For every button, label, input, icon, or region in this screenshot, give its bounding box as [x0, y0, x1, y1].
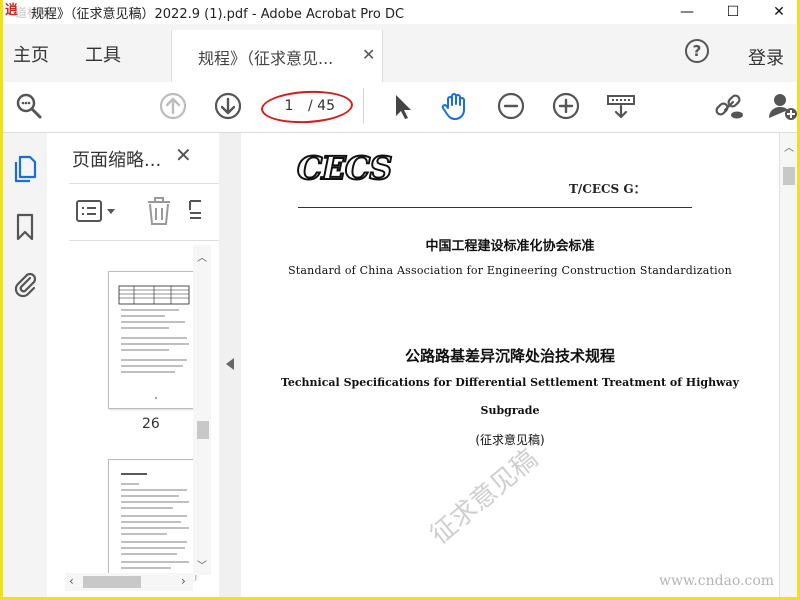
panel-collapse-strip[interactable]	[219, 133, 242, 597]
navigation-rail	[3, 133, 48, 597]
tools-tab[interactable]: 工具	[85, 41, 121, 67]
red-ellipse-annotation	[260, 88, 354, 126]
zoom-in-icon[interactable]	[550, 90, 582, 122]
standard-code: T/CECS G：	[569, 182, 646, 196]
help-icon[interactable]: ?	[685, 39, 709, 63]
search-icon[interactable]	[13, 90, 45, 122]
acrobat-window: 逍 道标网 规程》（征求意见稿）2022.9 (1).pdf - Adobe A…	[3, 0, 797, 597]
scroll-down-icon[interactable]: ﹀	[197, 557, 207, 572]
collapse-arrow-icon[interactable]	[226, 358, 234, 370]
window-title: 规程》（征求意见稿）2022.9 (1).pdf - Adobe Acrobat…	[31, 7, 405, 22]
association-title-en: Standard of China Association for Engine…	[288, 264, 732, 277]
add-user-icon[interactable]	[767, 90, 797, 122]
draft-watermark: 征求意见稿	[424, 444, 544, 551]
toolbar: 1 / 45	[3, 82, 797, 133]
panel-title: 页面缩略...	[72, 150, 162, 171]
page-thumbnail-27[interactable]	[108, 459, 196, 580]
more-tools-icon[interactable]	[187, 198, 203, 226]
page-thumbnail-26[interactable]	[108, 271, 196, 409]
zoom-out-icon[interactable]	[495, 90, 527, 122]
document-scroll-thumb[interactable]	[783, 167, 795, 185]
spec-title-cn: 公路路基差异沉降处治技术规程	[404, 347, 615, 365]
delete-icon[interactable]	[145, 196, 173, 226]
document-tab[interactable]: 规程》（征求意见... ✕	[171, 30, 383, 82]
thumbnail-horizontal-scrollbar[interactable]: ‹ ›	[65, 573, 193, 591]
toolbar-divider	[363, 88, 364, 124]
page-thumbnails-icon[interactable]	[12, 153, 38, 183]
thumbnail-options-icon[interactable]	[75, 198, 121, 226]
maximize-button[interactable]: ☐	[723, 2, 743, 22]
cecs-logo: CECS	[296, 148, 393, 188]
pdf-page: CECS T/CECS G： 中国工程建设标准化协会标准 Standard of…	[241, 133, 779, 597]
thumbnail-panel: 页面缩略... ✕ 26 ︿ ﹀ ‹ ›	[47, 133, 220, 597]
spec-title-en-line1: Technical Specifications for Differentia…	[280, 376, 740, 389]
scroll-mode-icon[interactable]	[605, 90, 637, 122]
thumbnail-page-label: 26	[142, 416, 160, 432]
attachment-icon[interactable]	[12, 268, 38, 298]
select-arrow-icon[interactable]	[387, 90, 419, 122]
draft-note: (征求意见稿)	[475, 433, 545, 447]
page-down-icon[interactable]	[212, 90, 244, 122]
share-link-icon[interactable]	[713, 90, 745, 122]
spec-title-en-line2: Subgrade	[480, 404, 540, 417]
close-panel-icon[interactable]: ✕	[175, 143, 192, 167]
home-tab[interactable]: 主页	[13, 41, 49, 67]
header-rule	[298, 207, 692, 208]
document-view[interactable]: CECS T/CECS G： 中国工程建设标准化协会标准 Standard of…	[241, 133, 779, 597]
scroll-up-icon[interactable]: ︿	[197, 249, 207, 264]
panel-toolbar	[69, 183, 219, 241]
scroll-left-icon[interactable]: ‹	[69, 574, 74, 588]
doc-scroll-up-icon[interactable]: ︿	[784, 139, 794, 154]
document-tab-label: 规程》（征求意见...	[198, 49, 334, 68]
menu-bar: 主页 工具 规程》（征求意见... ✕ ? 登录	[3, 24, 797, 83]
title-bar: 逍 道标网 规程》（征求意见稿）2022.9 (1).pdf - Adobe A…	[3, 0, 797, 25]
bookmark-icon[interactable]	[14, 212, 36, 242]
hand-tool-icon[interactable]	[439, 90, 471, 122]
document-scrollbar[interactable]: ︿	[779, 133, 797, 597]
scroll-right-icon[interactable]: ›	[181, 574, 186, 588]
login-button[interactable]: 登录	[748, 44, 784, 70]
horizontal-scroll-thumb[interactable]	[83, 576, 141, 588]
close-tab-icon[interactable]: ✕	[362, 45, 375, 64]
page-up-icon[interactable]	[157, 90, 189, 122]
association-title-cn: 中国工程建设标准化协会标准	[425, 239, 595, 254]
site-watermark: www.cndao.com	[659, 573, 775, 589]
thumbnail-scrollbar[interactable]: ︿ ﹀	[193, 245, 211, 575]
thumbnail-scroll-thumb[interactable]	[197, 421, 209, 439]
close-window-button[interactable]: ✕	[769, 2, 789, 22]
minimize-button[interactable]: —	[677, 2, 697, 22]
